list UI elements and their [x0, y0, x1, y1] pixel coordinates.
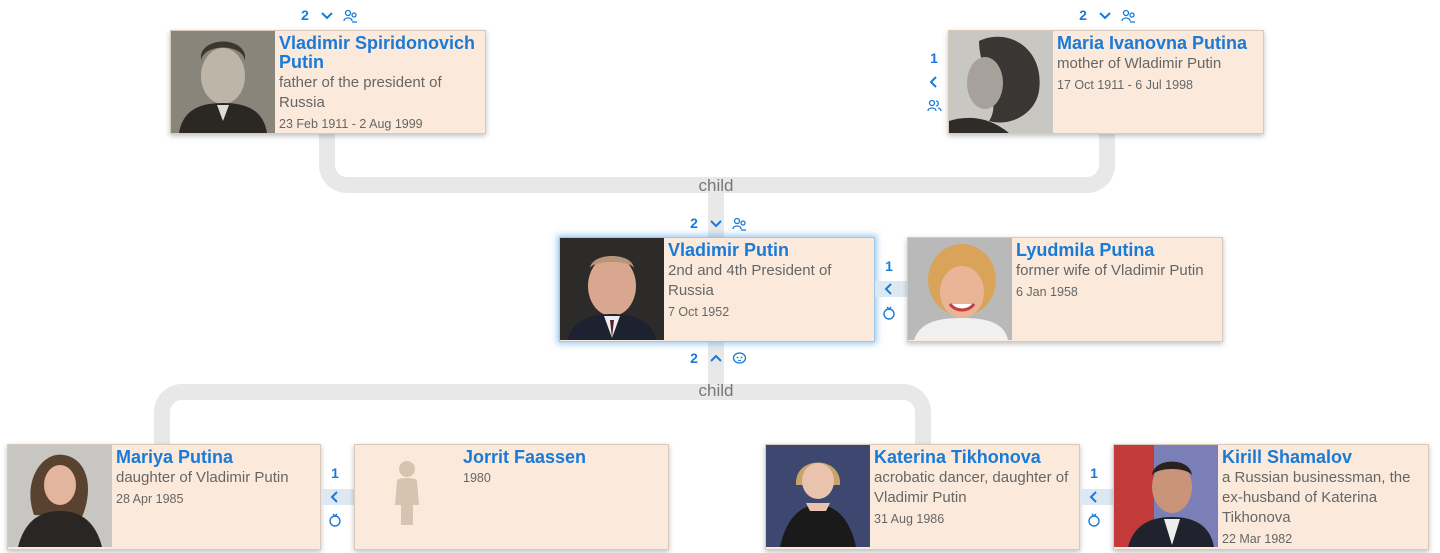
ring-icon[interactable] — [1087, 513, 1101, 532]
parents-relation-label: child — [698, 176, 734, 195]
father-card[interactable]: Vladimir Spiridonovich Putin father of t… — [170, 30, 486, 134]
focus-photo — [560, 238, 664, 340]
focus-spouse-photo — [908, 238, 1012, 340]
parents-icon[interactable] — [343, 9, 358, 28]
focus-spouse-card[interactable]: Lyudmila Putina former wife of Vladimir … — [907, 237, 1223, 342]
child1-spouse-name[interactable]: Jorrit Faassen — [463, 448, 662, 467]
children-relation-label: child — [698, 381, 734, 400]
mother-card[interactable]: Maria Ivanovna Putina mother of Wladimir… — [948, 30, 1264, 134]
child1-spouse-dates: 1980 — [463, 471, 491, 485]
mother-description: mother of Wladimir Putin — [1057, 55, 1222, 72]
child-card-katerina[interactable]: Katerina Tikhonova acrobatic dancer, dau… — [765, 444, 1080, 550]
child1-spouses-count[interactable]: 1 — [328, 465, 342, 481]
focus-name[interactable]: Vladimir Putin — [668, 241, 868, 260]
focus-spouse-dates: 6 Jan 1958 — [1016, 285, 1078, 299]
focus-spouse-description: former wife of Vladimir Putin — [1016, 262, 1204, 279]
father-dates: 23 Feb 1911 - 2 Aug 1999 — [279, 117, 423, 131]
chevron-down-icon[interactable] — [320, 9, 334, 27]
child2-spouse-description: a Russian businessman, the ex-husband of… — [1222, 469, 1411, 526]
mother-photo — [949, 31, 1053, 133]
child2-description: acrobatic dancer, daughter of Vladimir P… — [874, 469, 1069, 506]
chevron-left-icon[interactable] — [883, 282, 895, 301]
child1-photo — [8, 445, 112, 547]
focus-parents-count[interactable]: 2 — [687, 215, 701, 231]
child2-photo — [766, 445, 870, 547]
child2-spouse-photo — [1114, 445, 1218, 547]
father-photo — [171, 31, 275, 133]
chevron-down-icon[interactable] — [709, 217, 723, 235]
ring-icon[interactable] — [882, 306, 896, 325]
child2-spouse-dates: 22 Mar 1982 — [1222, 532, 1293, 546]
parents-icon[interactable] — [1121, 9, 1136, 28]
mother-parents-count[interactable]: 2 — [1076, 7, 1090, 23]
father-description: father of the president of Russia — [279, 74, 442, 111]
child2-name[interactable]: Katerina Tikhonova — [874, 448, 1073, 467]
child-icon[interactable] — [732, 351, 747, 370]
child-card-mariya[interactable]: Mariya Putina daughter of Vladimir Putin… — [7, 444, 321, 550]
focus-dates: 7 Oct 1952 — [668, 305, 730, 319]
parents-icon[interactable] — [732, 217, 747, 236]
mother-name[interactable]: Maria Ivanovna Putina — [1057, 34, 1257, 53]
child1-description: daughter of Vladimir Putin — [116, 469, 289, 486]
child2-dates: 31 Aug 1986 — [874, 512, 945, 526]
child2-spouse-name[interactable]: Kirill Shamalov — [1222, 448, 1422, 467]
chevron-up-icon[interactable] — [709, 351, 723, 369]
focus-spouse-name[interactable]: Lyudmila Putina — [1016, 241, 1216, 260]
spouse-card-kirill[interactable]: Kirill Shamalov a Russian businessman, t… — [1113, 444, 1429, 550]
focus-spouses-count[interactable]: 1 — [882, 258, 896, 274]
mother-dates: 17 Oct 1911 - 6 Jul 1998 — [1057, 78, 1193, 92]
ring-icon[interactable] — [328, 513, 342, 532]
child1-name[interactable]: Mariya Putina — [116, 448, 314, 467]
spouse-card-jorrit[interactable]: Jorrit Faassen 1980 — [354, 444, 669, 550]
child2-spouses-count[interactable]: 1 — [1087, 465, 1101, 481]
chevron-left-icon[interactable] — [1088, 490, 1100, 509]
child1-dates: 28 Apr 1985 — [116, 492, 184, 506]
father-parents-count[interactable]: 2 — [298, 7, 312, 23]
focus-children-count[interactable]: 2 — [687, 350, 701, 366]
person-silhouette-icon — [355, 445, 459, 547]
mother-spouses-count[interactable]: 1 — [927, 50, 941, 66]
chevron-left-icon[interactable] — [928, 75, 940, 94]
people-icon[interactable] — [927, 99, 942, 118]
focus-person-card[interactable]: Vladimir Putin 2nd and 4th President of … — [559, 237, 875, 342]
father-name[interactable]: Vladimir Spiridonovich Putin — [279, 34, 479, 72]
chevron-down-icon[interactable] — [1098, 9, 1112, 27]
chevron-left-icon[interactable] — [329, 490, 341, 509]
focus-description: 2nd and 4th President of Russia — [668, 262, 832, 299]
